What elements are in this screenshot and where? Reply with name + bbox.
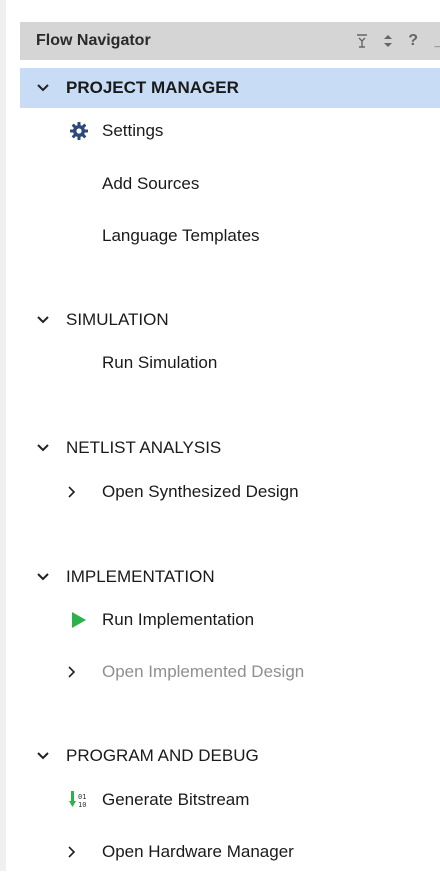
nav-item-label: Language Templates bbox=[102, 226, 260, 245]
svg-text:01: 01 bbox=[78, 793, 86, 801]
svg-text:10: 10 bbox=[78, 801, 86, 809]
minimize-button[interactable]: _ bbox=[432, 31, 440, 51]
nav-item-run-simulation[interactable]: Run Simulation bbox=[20, 343, 440, 383]
section-label: PROJECT MANAGER bbox=[66, 78, 239, 97]
help-button[interactable]: ? bbox=[408, 31, 418, 51]
chevron-down-icon[interactable] bbox=[34, 311, 52, 329]
minimize-icon: _ bbox=[435, 32, 440, 50]
section-label: NETLIST ANALYSIS bbox=[66, 438, 222, 457]
nav-item-label: Add Sources bbox=[102, 174, 200, 193]
flow-navigator-panel: Flow Navigator ? _ PROJECT MANAGER bbox=[0, 0, 440, 871]
expand-all-button[interactable] bbox=[382, 31, 394, 51]
nav-item-settings[interactable]: Settings bbox=[20, 111, 440, 151]
bitstream-icon: 01 10 bbox=[68, 789, 90, 811]
chevron-down-icon[interactable] bbox=[34, 439, 52, 457]
chevron-down-icon[interactable] bbox=[34, 568, 52, 586]
nav-item-label: Run Simulation bbox=[102, 353, 218, 372]
chevron-down-icon[interactable] bbox=[34, 79, 52, 97]
nav-item-generate-bitstream[interactable]: 01 10 Generate Bitstream bbox=[20, 780, 440, 820]
section-simulation[interactable]: SIMULATION bbox=[20, 300, 440, 340]
help-icon: ? bbox=[408, 32, 418, 49]
panel-header: Flow Navigator ? _ bbox=[20, 22, 440, 60]
nav-item-open-implemented-design[interactable]: Open Implemented Design bbox=[20, 652, 440, 692]
chevron-right-icon[interactable] bbox=[68, 666, 90, 678]
nav-item-open-hardware-manager[interactable]: Open Hardware Manager bbox=[20, 832, 440, 872]
nav-item-label: Settings bbox=[102, 121, 164, 140]
section-implementation[interactable]: IMPLEMENTATION bbox=[20, 557, 440, 597]
nav-item-label: Open Implemented Design bbox=[102, 662, 305, 681]
chevron-right-icon[interactable] bbox=[68, 486, 90, 498]
chevron-down-icon[interactable] bbox=[34, 747, 52, 765]
nav-item-open-synthesized-design[interactable]: Open Synthesized Design bbox=[20, 472, 440, 512]
nav-item-label: Open Hardware Manager bbox=[102, 842, 294, 861]
panel-title: Flow Navigator bbox=[36, 32, 151, 49]
section-netlist-analysis[interactable]: NETLIST ANALYSIS bbox=[20, 428, 440, 468]
nav-item-add-sources[interactable]: Add Sources bbox=[20, 164, 440, 204]
nav-item-label: Open Synthesized Design bbox=[102, 482, 299, 501]
gear-icon bbox=[68, 120, 90, 142]
nav-item-label: Run Implementation bbox=[102, 610, 255, 629]
nav-item-label: Generate Bitstream bbox=[102, 790, 250, 809]
section-label: SIMULATION bbox=[66, 310, 169, 329]
expand-all-icon bbox=[384, 35, 393, 47]
section-program-and-debug[interactable]: PROGRAM AND DEBUG bbox=[20, 736, 440, 776]
chevron-right-icon[interactable] bbox=[68, 846, 90, 858]
collapse-all-button[interactable] bbox=[356, 31, 368, 51]
section-label: IMPLEMENTATION bbox=[66, 567, 215, 586]
section-project-manager[interactable]: PROJECT MANAGER bbox=[20, 68, 440, 108]
run-play-icon bbox=[68, 609, 90, 631]
nav-item-language-templates[interactable]: Language Templates bbox=[20, 216, 440, 256]
section-label: PROGRAM AND DEBUG bbox=[66, 746, 259, 765]
nav-item-run-implementation[interactable]: Run Implementation bbox=[20, 600, 440, 640]
collapse-all-icon bbox=[357, 34, 368, 48]
